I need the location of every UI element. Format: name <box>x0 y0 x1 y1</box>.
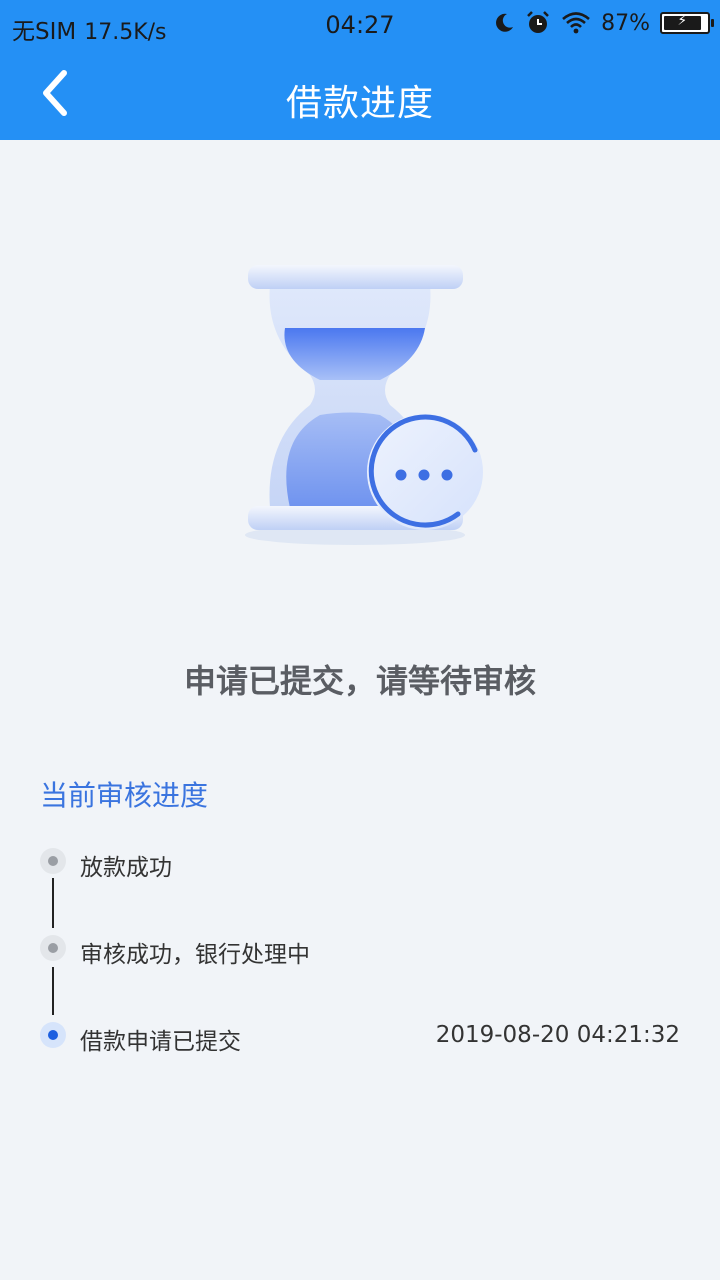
battery-percent: 87% <box>601 10 650 36</box>
timeline-step: 放款成功 <box>40 844 680 884</box>
battery-charging-icon: ⚡ <box>660 12 714 34</box>
step-label: 放款成功 <box>80 855 172 881</box>
page-title: 借款进度 <box>285 83 434 124</box>
battery-fill: ⚡ <box>664 13 701 30</box>
step-label: 审核成功，银行处理中 <box>80 942 310 968</box>
hourglass-pending-icon <box>245 265 483 545</box>
step-dot-inner <box>48 1030 58 1040</box>
progress-section-title: 当前审核进度 <box>40 779 209 812</box>
step-dot <box>40 935 66 961</box>
timeline-step: 借款申请已提交 2019-08-20 04:21:32 <box>40 1018 680 1058</box>
bolt-icon: ⚡ <box>677 13 688 29</box>
status-message: 申请已提交，请等待审核 <box>183 662 536 700</box>
alarm-icon <box>527 11 549 33</box>
nav-bar: 借款进度 <box>0 50 720 140</box>
step-label: 借款申请已提交 <box>80 1029 241 1055</box>
wifi-icon <box>562 12 590 34</box>
header: 无SIM 17.5K/s 04:27 87% ⚡ 借款进度 <box>0 0 720 140</box>
step-time: 2019-08-20 04:21:32 <box>435 1022 680 1048</box>
step-dot-inner <box>48 943 58 953</box>
step-dot-inner <box>48 856 58 866</box>
status-right: 87% ⚡ <box>493 10 714 36</box>
timeline-connector <box>52 967 54 1015</box>
status-bar: 无SIM 17.5K/s 04:27 87% ⚡ <box>0 0 720 50</box>
moon-icon <box>496 13 514 32</box>
timeline-connector <box>52 878 54 928</box>
step-dot-active <box>40 1022 66 1048</box>
step-dot <box>40 848 66 874</box>
timeline-step: 审核成功，银行处理中 <box>40 931 680 971</box>
